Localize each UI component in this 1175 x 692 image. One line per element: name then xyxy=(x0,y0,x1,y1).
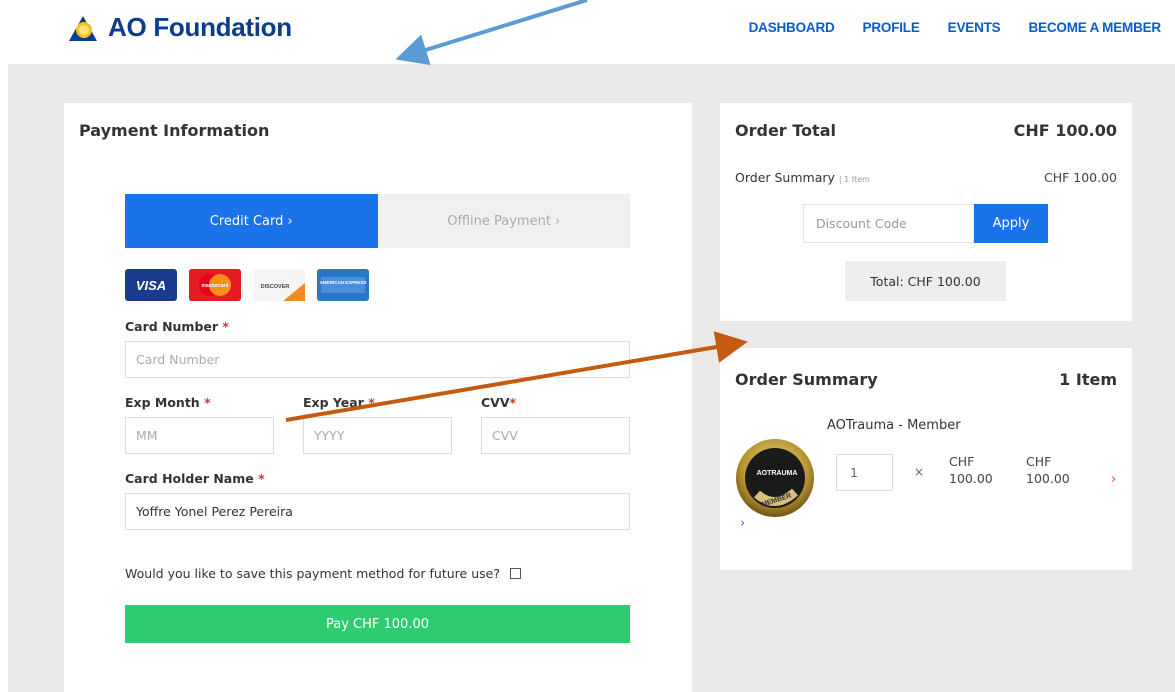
exp-year-label: Exp Year * xyxy=(303,395,375,410)
apply-discount-button[interactable]: Apply xyxy=(974,204,1048,243)
site-header: AO Foundation DASHBOARD PROFILE EVENTS B… xyxy=(0,0,1175,62)
order-total-amount: CHF 100.00 xyxy=(1013,121,1117,140)
svg-text:DISCOVER: DISCOVER xyxy=(261,284,290,290)
amex-mark-icon: AMERICAN EXPRESS xyxy=(317,269,369,301)
visa-logo: VISA xyxy=(125,269,177,301)
save-payment-checkbox[interactable] xyxy=(509,568,521,579)
nav-events[interactable]: EVENTS xyxy=(948,20,1001,35)
svg-text:AOTRAUMA: AOTRAUMA xyxy=(757,470,798,477)
exp-month-label: Exp Month * xyxy=(125,395,211,410)
product-name: AOTrauma - Member xyxy=(827,418,961,433)
discount-code-input[interactable]: Discount Code xyxy=(803,204,974,243)
payment-information-title: Payment Information xyxy=(79,121,270,140)
order-item-count: | 1 Item xyxy=(838,175,870,184)
accepted-cards: VISA mastercard DISCOVER AMERICAN EXPRES… xyxy=(125,269,369,301)
card-holder-label: Card Holder Name * xyxy=(125,471,265,486)
save-payment-question: Would you like to save this payment meth… xyxy=(125,566,500,581)
svg-text:AMERICAN EXPRESS: AMERICAN EXPRESS xyxy=(320,280,367,285)
card-number-input[interactable]: Card Number xyxy=(125,341,630,378)
line-total-price: CHF 100.00 xyxy=(1026,454,1070,486)
amex-logo: AMERICAN EXPRESS xyxy=(317,269,369,301)
order-total-title: Order Total xyxy=(735,121,836,140)
order-summary-title: Order Summary xyxy=(735,370,878,389)
logo-text: AO Foundation xyxy=(108,12,292,42)
discover-logo: DISCOVER xyxy=(253,269,305,301)
exp-month-input[interactable]: MM xyxy=(125,417,274,454)
payment-information-card: Payment Information Credit Card › Offlin… xyxy=(64,103,692,692)
nav-become-member[interactable]: BECOME A MEMBER xyxy=(1028,20,1161,35)
card-holder-input[interactable]: Yoffre Yonel Perez Pereira xyxy=(125,493,630,530)
expand-item-chevron-icon[interactable]: › xyxy=(740,516,745,531)
exp-year-input[interactable]: YYYY xyxy=(303,417,452,454)
order-summary-amount: CHF 100.00 xyxy=(1043,170,1117,185)
cvv-input[interactable]: CVV xyxy=(481,417,630,454)
total-amount-box: Total: CHF 100.00 xyxy=(845,261,1006,301)
ao-logo-icon xyxy=(69,15,97,41)
save-payment-row: Would you like to save this payment meth… xyxy=(125,566,521,581)
site-logo[interactable]: AO Foundation xyxy=(66,12,292,43)
discover-mark-icon: DISCOVER xyxy=(253,269,305,301)
mastercard-logo: mastercard xyxy=(189,269,241,301)
multiply-sign: × xyxy=(914,465,925,479)
aotrauma-member-badge-icon: AOTRAUMA MEMBER xyxy=(736,439,814,517)
order-summary-card: Order Summary 1 Item AOTrauma - Member A… xyxy=(720,348,1132,570)
unit-price: CHF 100.00 xyxy=(949,454,993,486)
nav-profile[interactable]: PROFILE xyxy=(863,20,920,35)
svg-text:mastercard: mastercard xyxy=(202,283,229,289)
order-total-card: Order Total CHF 100.00 Order Summary | 1… xyxy=(720,103,1132,321)
pay-button[interactable]: Pay CHF 100.00 xyxy=(125,605,630,643)
cvv-label: CVV* xyxy=(481,395,517,410)
card-number-label: Card Number * xyxy=(125,319,229,334)
tab-offline-payment[interactable]: Offline Payment › xyxy=(377,194,630,248)
main-nav: DASHBOARD PROFILE EVENTS BECOME A MEMBER xyxy=(749,20,1162,35)
order-summary-count: 1 Item xyxy=(1059,370,1117,389)
order-summary-line: Order Summary | 1 Item xyxy=(735,170,870,185)
quantity-input[interactable]: 1 xyxy=(836,454,893,491)
tab-credit-card[interactable]: Credit Card › xyxy=(125,194,378,248)
payment-method-tabs: Credit Card › Offline Payment › xyxy=(125,194,630,248)
page: AO Foundation DASHBOARD PROFILE EVENTS B… xyxy=(0,0,1175,692)
mastercard-circles-icon: mastercard xyxy=(189,269,241,301)
remove-item-chevron-icon[interactable]: › xyxy=(1111,472,1116,487)
nav-dashboard[interactable]: DASHBOARD xyxy=(749,20,835,35)
